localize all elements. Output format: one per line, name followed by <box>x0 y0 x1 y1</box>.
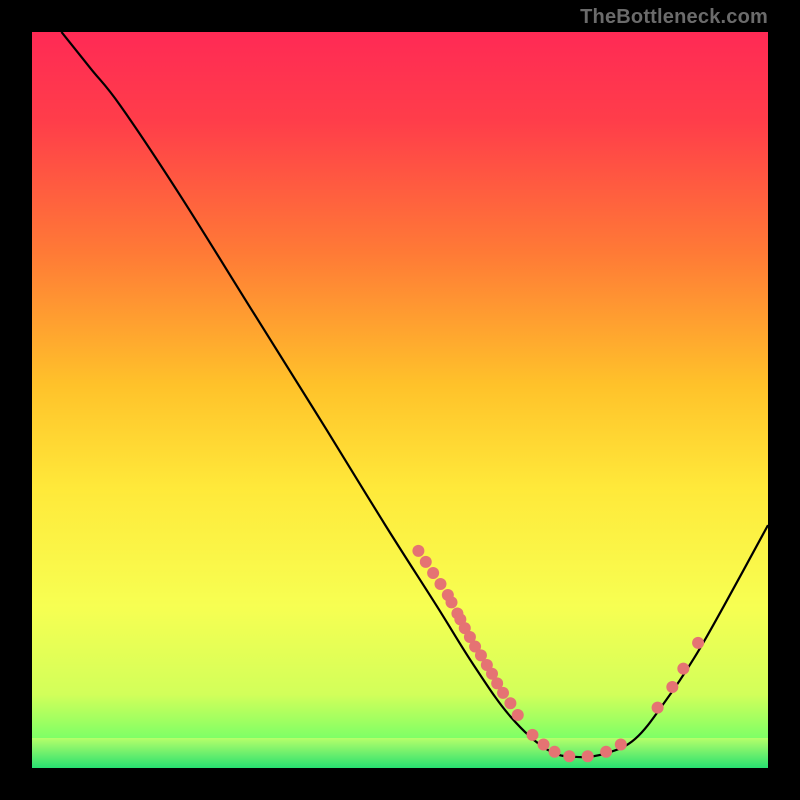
scatter-dot <box>615 738 627 750</box>
plot-area <box>32 32 768 768</box>
scatter-dot <box>652 702 664 714</box>
green-band <box>32 738 768 768</box>
scatter-dot <box>692 637 704 649</box>
scatter-dot <box>538 738 550 750</box>
scatter-dot <box>427 567 439 579</box>
chart-svg <box>32 32 768 768</box>
watermark-text: TheBottleneck.com <box>580 6 768 29</box>
scatter-dot <box>600 746 612 758</box>
scatter-dot <box>549 746 561 758</box>
scatter-dot <box>582 750 594 762</box>
chart-frame: TheBottleneck.com <box>0 0 800 800</box>
scatter-dot <box>412 545 424 557</box>
scatter-dot <box>512 709 524 721</box>
scatter-dot <box>563 750 575 762</box>
scatter-dot <box>434 578 446 590</box>
scatter-dot <box>497 687 509 699</box>
gradient-background <box>32 32 768 768</box>
scatter-dot <box>526 729 538 741</box>
scatter-dot <box>420 556 432 568</box>
scatter-dot <box>666 681 678 693</box>
scatter-dot <box>446 596 458 608</box>
scatter-dot <box>677 663 689 675</box>
scatter-dot <box>504 697 516 709</box>
